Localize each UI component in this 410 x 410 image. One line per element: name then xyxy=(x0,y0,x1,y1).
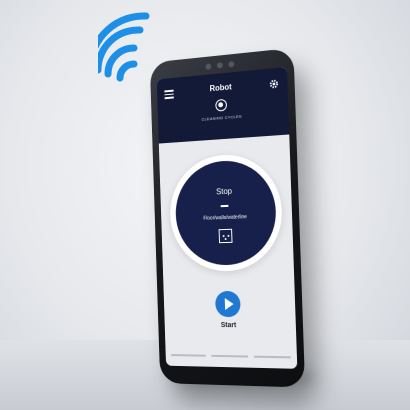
status-ring: Stop Floor/walls/waterline xyxy=(168,151,284,272)
status-text: Stop xyxy=(216,186,233,197)
bottom-nav xyxy=(171,354,291,358)
camera-icon xyxy=(216,62,223,69)
gear-icon[interactable] xyxy=(268,78,279,90)
smartphone: Robot CLEANING CYCLES Stop Floor/walls/w… xyxy=(149,47,306,388)
nav-tab[interactable] xyxy=(211,354,248,358)
camera-icon xyxy=(205,63,212,70)
start-label: Start xyxy=(220,322,237,330)
camera-icon xyxy=(228,60,235,68)
nav-tab[interactable] xyxy=(253,355,291,358)
cleaning-mode-icon xyxy=(215,98,228,112)
cleaning-mode-text: Floor/walls/waterline xyxy=(203,214,247,222)
phone-body: Robot CLEANING CYCLES Stop Floor/walls/w… xyxy=(149,47,306,388)
mode-label: CLEANING CYCLES xyxy=(201,113,242,122)
floor-walls-icon xyxy=(218,228,233,244)
app-header: Robot CLEANING CYCLES xyxy=(156,66,290,144)
app-screen: Robot CLEANING CYCLES Stop Floor/walls/w… xyxy=(156,66,298,369)
nav-tab[interactable] xyxy=(171,354,206,357)
status-disc[interactable]: Stop Floor/walls/waterline xyxy=(174,158,278,266)
divider xyxy=(220,204,229,208)
start-button[interactable] xyxy=(214,290,241,318)
